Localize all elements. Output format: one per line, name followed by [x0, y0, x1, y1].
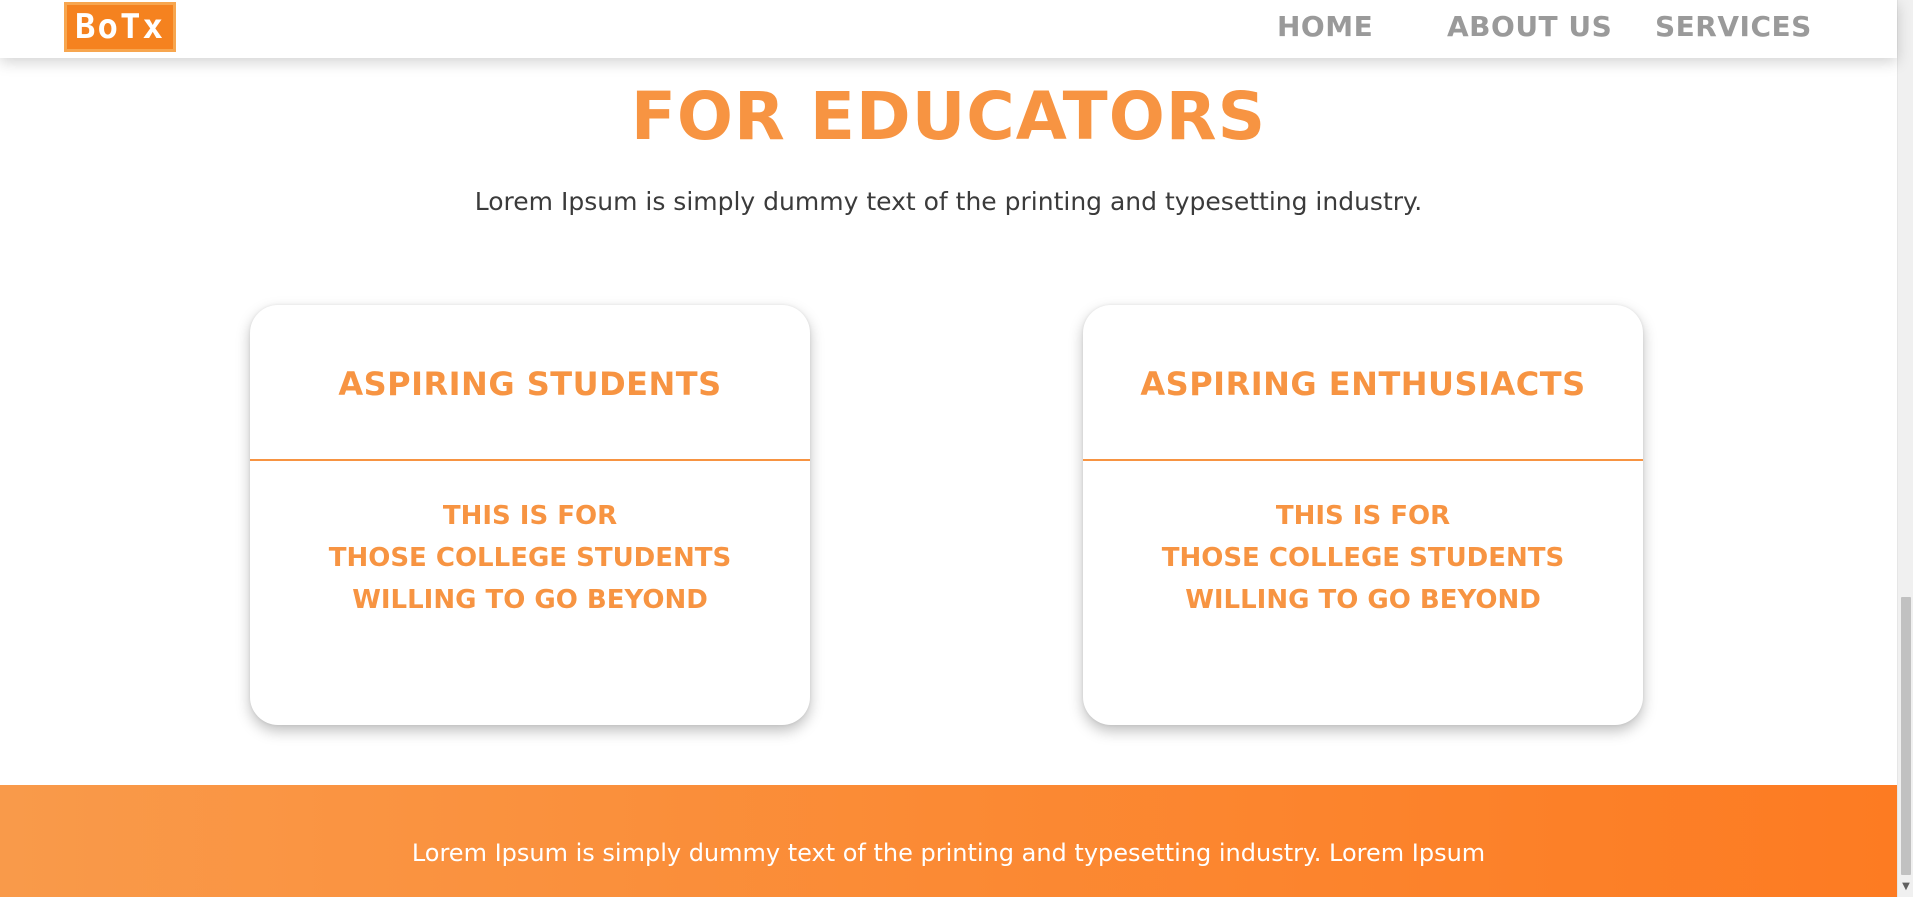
site-footer: Lorem Ipsum is simply dummy text of the …: [0, 785, 1897, 897]
card-aspiring-students: ASPIRING STUDENTS THIS IS FOR THOSE COLL…: [250, 305, 810, 725]
vertical-scrollbar[interactable]: ▼: [1897, 0, 1913, 897]
nav-home-link[interactable]: HOME: [1277, 10, 1373, 43]
card-divider: [250, 459, 810, 461]
section-title: FOR EDUCATORS: [630, 78, 1267, 155]
card-title: ASPIRING STUDENTS: [338, 365, 722, 403]
card-body-line: THIS IS FOR: [1275, 501, 1451, 531]
card-body-line: WILLING TO GO BEYOND: [1185, 585, 1541, 615]
main-nav: HOME ABOUT US SERVICES: [0, 0, 1897, 58]
card-body-line: THIS IS FOR: [442, 501, 618, 531]
scroll-down-arrow-icon[interactable]: ▼: [1898, 879, 1913, 895]
card-aspiring-enthusiacts: ASPIRING ENTHUSIACTS THIS IS FOR THOSE C…: [1083, 305, 1643, 725]
card-body-line: WILLING TO GO BEYOND: [352, 585, 708, 615]
section-subtitle: Lorem Ipsum is simply dummy text of the …: [474, 187, 1423, 216]
footer-text: Lorem Ipsum is simply dummy text of the …: [411, 839, 1486, 867]
scrollbar-thumb[interactable]: [1901, 597, 1911, 875]
card-body-line: THOSE COLLEGE STUDENTS: [1161, 543, 1565, 573]
card-title: ASPIRING ENTHUSIACTS: [1140, 365, 1586, 403]
card-body-line: THOSE COLLEGE STUDENTS: [328, 543, 732, 573]
page: BoTx HOME ABOUT US SERVICES FOR EDUCATOR…: [0, 0, 1913, 897]
nav-services-link[interactable]: SERVICES: [1655, 10, 1812, 43]
card-body: THIS IS FOR THOSE COLLEGE STUDENTS WILLI…: [1083, 495, 1643, 621]
card-body: THIS IS FOR THOSE COLLEGE STUDENTS WILLI…: [250, 495, 810, 621]
nav-about-us-link[interactable]: ABOUT US: [1447, 10, 1612, 43]
site-header: BoTx HOME ABOUT US SERVICES: [0, 0, 1897, 58]
card-divider: [1083, 459, 1643, 461]
